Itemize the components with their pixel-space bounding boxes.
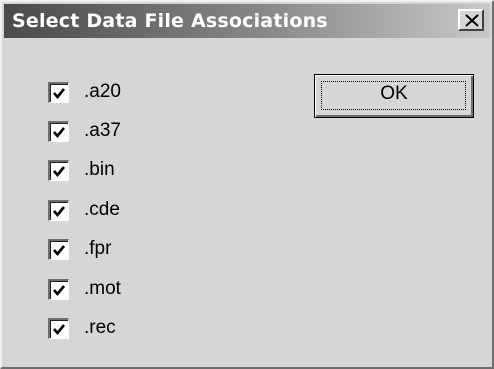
- checkmark-icon: [53, 166, 66, 178]
- checkbox-label: .a37: [84, 120, 121, 141]
- checkbox-label: .a20: [84, 81, 121, 102]
- checkbox[interactable]: [48, 200, 69, 221]
- checkbox-label: .fpr: [84, 238, 112, 259]
- checkmark-icon: [53, 285, 66, 297]
- checkbox-label: .bin: [84, 159, 115, 180]
- checkbox[interactable]: [48, 279, 69, 300]
- dialog-title: Select Data File Associations: [12, 10, 328, 32]
- checkbox-label: .cde: [84, 199, 120, 220]
- close-button[interactable]: [458, 9, 484, 31]
- checkmark-icon: [53, 206, 66, 218]
- checkmark-icon: [53, 127, 66, 139]
- file-associations-dialog: Select Data File Associations OK .a20 .a…: [0, 0, 494, 369]
- title-bar[interactable]: Select Data File Associations: [4, 4, 490, 38]
- checkmark-icon: [53, 324, 66, 336]
- checkmark-icon: [53, 245, 66, 257]
- checkbox[interactable]: [48, 160, 69, 181]
- checkmark-icon: [53, 88, 66, 100]
- ok-button[interactable]: OK: [314, 74, 474, 118]
- close-icon: [465, 14, 479, 27]
- checkbox[interactable]: [48, 318, 69, 339]
- checkbox[interactable]: [48, 239, 69, 260]
- checkbox[interactable]: [48, 82, 69, 103]
- ok-button-label: OK: [380, 83, 408, 104]
- checkbox-label: .rec: [84, 317, 116, 338]
- checkbox[interactable]: [48, 121, 69, 142]
- checkbox-label: .mot: [84, 278, 121, 299]
